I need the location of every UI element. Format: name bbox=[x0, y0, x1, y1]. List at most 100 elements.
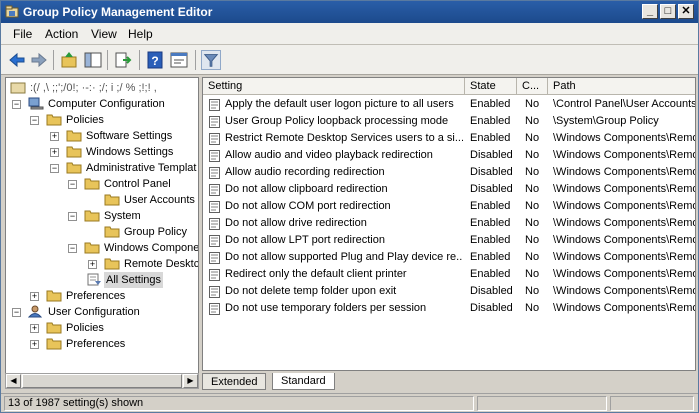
collapse-icon[interactable]: − bbox=[12, 308, 21, 317]
menu-file[interactable]: File bbox=[13, 27, 32, 41]
tree-label: Group Policy bbox=[124, 226, 187, 238]
tree-label: Control Panel bbox=[104, 178, 171, 190]
all-settings-icon bbox=[87, 273, 101, 286]
column-header-path[interactable]: Path bbox=[548, 78, 695, 95]
tree-label: Preferences bbox=[66, 290, 126, 302]
setting-comment: No bbox=[525, 200, 540, 212]
tree-label: Administrative Templat bbox=[86, 162, 197, 174]
setting-path: \Windows Components\Remo bbox=[553, 149, 696, 161]
help-icon[interactable]: ? bbox=[145, 50, 165, 70]
policy-setting-icon bbox=[209, 303, 220, 315]
tab-standard[interactable]: Standard bbox=[272, 373, 335, 390]
expand-icon[interactable]: + bbox=[30, 292, 39, 301]
table-row[interactable]: Do not allow clipboard redirection Disabl… bbox=[203, 181, 695, 198]
folder-icon bbox=[46, 322, 62, 334]
collapse-icon[interactable]: − bbox=[12, 100, 21, 109]
setting-comment: No bbox=[525, 166, 540, 178]
scroll-left-button[interactable]: ◀ bbox=[6, 374, 21, 388]
menu-action[interactable]: Action bbox=[45, 27, 78, 41]
folder-icon bbox=[104, 258, 120, 270]
table-row[interactable]: Allow audio and video playback redirecti… bbox=[203, 147, 696, 164]
tree-label: Preferences bbox=[66, 338, 126, 350]
folder-icon bbox=[66, 130, 82, 142]
up-folder-icon[interactable] bbox=[59, 50, 79, 70]
export-list-icon[interactable] bbox=[113, 50, 133, 70]
table-row[interactable]: Do not allow drive redirection Enabled No \… bbox=[203, 215, 695, 232]
collapse-icon[interactable]: − bbox=[68, 180, 77, 189]
folder-icon bbox=[104, 226, 120, 238]
column-header-setting[interactable]: Setting bbox=[203, 78, 465, 95]
table-row[interactable]: Do not use temporary folders per session… bbox=[203, 300, 695, 317]
maximize-button[interactable]: □ bbox=[660, 4, 676, 19]
setting-path: \Windows Components\Remo bbox=[553, 268, 696, 280]
group-policy-app-icon bbox=[5, 5, 19, 18]
setting-state: Enabled bbox=[470, 268, 511, 280]
folder-icon bbox=[46, 114, 62, 126]
minimize-button[interactable]: _ bbox=[642, 4, 658, 19]
folder-icon bbox=[46, 338, 62, 350]
table-row[interactable]: Apply the default user logon picture to … bbox=[203, 96, 695, 113]
table-row[interactable]: Restrict Remote Desktop Services users t… bbox=[203, 130, 695, 147]
table-row[interactable]: User Group Policy loopback processing mo… bbox=[203, 113, 695, 130]
setting-comment: No bbox=[525, 115, 540, 127]
menu-view[interactable]: View bbox=[91, 27, 117, 41]
collapse-icon[interactable]: − bbox=[68, 212, 77, 221]
table-row[interactable]: Do not allow LPT port redirection Enabled… bbox=[203, 232, 695, 249]
setting-name: Do not delete temp folder upon exit bbox=[225, 285, 397, 297]
table-row[interactable]: Do not allow supported Plug and Play dev… bbox=[203, 249, 695, 266]
tab-extended[interactable]: Extended bbox=[202, 373, 267, 390]
setting-comment: No bbox=[525, 132, 540, 144]
filter-icon[interactable] bbox=[201, 50, 221, 70]
collapse-icon[interactable]: − bbox=[50, 164, 59, 173]
toolbar: ? bbox=[1, 45, 698, 75]
setting-comment: No bbox=[525, 251, 540, 263]
tree-label: User Accounts bbox=[124, 194, 195, 206]
setting-name: Do not allow clipboard redirection bbox=[225, 183, 388, 195]
tree-pane[interactable]: :(/ ,\ ;;';/0!; ·-:· ;/; i ;/ % ;!;! , −… bbox=[5, 77, 199, 389]
scroll-right-button[interactable]: ▶ bbox=[183, 374, 198, 388]
forward-icon[interactable] bbox=[29, 50, 49, 70]
expand-icon[interactable]: + bbox=[50, 148, 59, 157]
collapse-icon[interactable]: − bbox=[30, 116, 39, 125]
show-hide-tree-icon[interactable] bbox=[83, 50, 103, 70]
table-row[interactable]: Do not allow COM port redirection Enabled… bbox=[203, 198, 696, 215]
tree-horizontal-scrollbar[interactable]: ◀ ▶ bbox=[5, 373, 199, 389]
setting-path: \Windows Components\Remo bbox=[553, 200, 696, 212]
computer-icon bbox=[28, 97, 44, 110]
policy-setting-icon bbox=[209, 99, 220, 111]
expand-icon[interactable]: + bbox=[88, 260, 97, 269]
scroll-thumb[interactable] bbox=[22, 374, 182, 388]
setting-comment: No bbox=[525, 217, 540, 229]
expand-icon[interactable]: + bbox=[30, 340, 39, 349]
title-bar[interactable]: Group Policy Management Editor _ □ ✕ bbox=[1, 1, 698, 23]
close-button[interactable]: ✕ bbox=[678, 4, 694, 19]
expand-icon[interactable]: + bbox=[50, 132, 59, 141]
setting-name: Allow audio recording redirection bbox=[225, 166, 385, 178]
folder-icon bbox=[66, 162, 82, 174]
settings-list[interactable]: Setting State C... Path Apply the defaul… bbox=[202, 77, 696, 371]
setting-state: Enabled bbox=[470, 251, 511, 263]
menu-help[interactable]: Help bbox=[128, 27, 153, 41]
column-header-state[interactable]: State bbox=[465, 78, 517, 95]
setting-name: Restrict Remote Desktop Services users t… bbox=[225, 132, 463, 144]
setting-name: User Group Policy loopback processing mo… bbox=[225, 115, 449, 127]
setting-comment: No bbox=[525, 285, 540, 297]
properties-icon[interactable] bbox=[169, 50, 189, 70]
toolbar-separator bbox=[139, 50, 140, 70]
folder-icon bbox=[66, 146, 82, 158]
setting-comment: No bbox=[525, 268, 540, 280]
folder-icon bbox=[84, 242, 100, 254]
table-row[interactable]: Allow audio recording redirection Disable… bbox=[203, 164, 695, 181]
back-icon[interactable] bbox=[7, 50, 27, 70]
collapse-icon[interactable]: − bbox=[68, 244, 77, 253]
setting-path: \Windows Components\Remo bbox=[553, 285, 696, 297]
setting-comment: No bbox=[525, 98, 540, 110]
table-row[interactable]: Do not delete temp folder upon exit Disab… bbox=[203, 283, 696, 300]
expand-icon[interactable]: + bbox=[30, 324, 39, 333]
setting-state: Enabled bbox=[470, 217, 511, 229]
column-header-comment[interactable]: C... bbox=[517, 78, 548, 95]
folder-icon bbox=[84, 178, 100, 190]
toolbar-separator bbox=[53, 50, 54, 70]
table-row[interactable]: Redirect only the default client printer… bbox=[203, 266, 696, 283]
setting-name: Do not allow COM port redirection bbox=[225, 200, 391, 212]
